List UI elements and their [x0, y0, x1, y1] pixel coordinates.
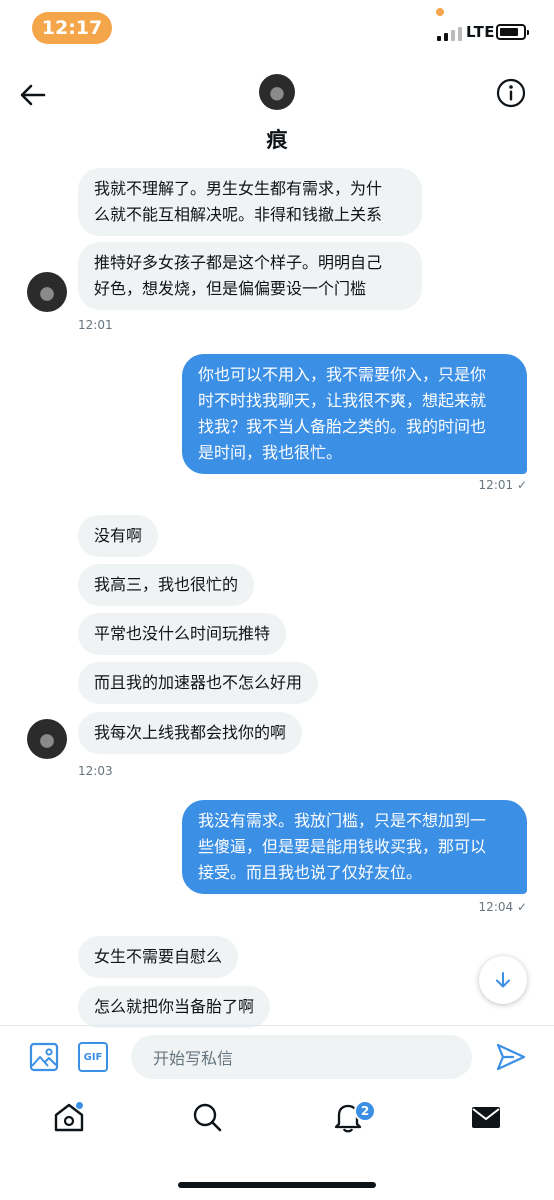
incoming-message[interactable]: 平常也没什么时间玩推特	[78, 613, 287, 655]
outgoing-message[interactable]: 你也可以不用入，我不需要你入，只是你 时不时找我聊天，让我很不爽，想起来就 找我…	[182, 354, 527, 474]
send-icon[interactable]	[495, 1041, 527, 1073]
status-indicator-dot	[436, 8, 444, 16]
sender-avatar[interactable]	[27, 719, 67, 759]
search-icon[interactable]	[190, 1100, 224, 1134]
message-timestamp: 12:03	[78, 764, 113, 778]
message-timestamp: 12:01 ✓	[478, 478, 527, 492]
incoming-message[interactable]: 我高三，我也很忙的	[78, 564, 255, 606]
image-icon[interactable]	[29, 1042, 59, 1072]
incoming-message[interactable]: 女生不需要自慰么	[78, 936, 239, 978]
notifications-badge: 2	[354, 1100, 376, 1122]
info-icon[interactable]	[496, 78, 526, 108]
signal-icon	[437, 27, 462, 41]
incoming-message[interactable]: 怎么就把你当备胎了啊	[78, 986, 271, 1028]
home-indicator	[178, 1182, 376, 1188]
battery-icon	[496, 24, 529, 40]
status-time: 12:17	[32, 12, 112, 44]
incoming-message[interactable]: 没有啊	[78, 515, 159, 557]
messages-icon[interactable]	[469, 1100, 503, 1134]
incoming-message[interactable]: 我每次上线我都会找你的啊	[78, 712, 303, 754]
message-timestamp: 12:04 ✓	[478, 900, 527, 914]
scroll-to-bottom-button[interactable]	[479, 956, 527, 1004]
incoming-message[interactable]: 推特好多女孩子都是这个样子。明明自己 好色，想发烧，但是偏偏要设一个门槛	[78, 242, 422, 310]
incoming-message[interactable]: 我就不理解了。男生女生都有需求，为什 么就不能互相解决呢。非得和钱撤上关系	[78, 168, 422, 236]
gif-button[interactable]: GIF	[78, 1042, 108, 1072]
message-timestamp: 12:01	[78, 318, 113, 332]
arrow-down-icon	[496, 972, 510, 988]
conversation-avatar[interactable]	[259, 74, 295, 110]
gif-label: GIF	[83, 1051, 103, 1063]
conversation-title: 痕	[266, 128, 288, 152]
composer-divider	[0, 1025, 554, 1026]
sender-avatar[interactable]	[27, 272, 67, 312]
message-input[interactable]: 开始写私信	[131, 1035, 472, 1079]
home-unread-dot	[75, 1101, 84, 1110]
network-label: LTE	[466, 23, 496, 41]
back-arrow-icon[interactable]	[18, 80, 48, 110]
outgoing-message[interactable]: 我没有需求。我放门槛，只是不想加到一 些傻逼，但是要是能用钱收买我，那可以 接受…	[182, 800, 527, 894]
incoming-message[interactable]: 而且我的加速器也不怎么好用	[78, 662, 319, 704]
